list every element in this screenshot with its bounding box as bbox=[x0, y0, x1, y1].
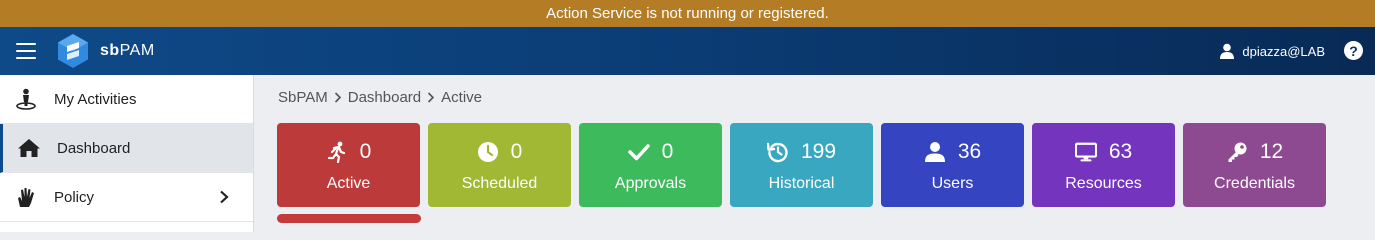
sidebar: My Activities Dashboard Policy bbox=[0, 75, 254, 232]
card-count: 12 bbox=[1259, 140, 1284, 163]
hand-icon bbox=[14, 185, 38, 209]
checkmark-icon bbox=[627, 144, 650, 161]
card-label: Resources bbox=[1065, 175, 1142, 192]
user-icon bbox=[1220, 43, 1235, 59]
monitor-icon bbox=[1074, 142, 1097, 162]
user-menu[interactable]: dpiazza@LAB bbox=[1220, 40, 1325, 62]
chevron-right-icon[interactable] bbox=[219, 190, 229, 204]
hamburger-menu-icon[interactable] bbox=[14, 40, 38, 62]
card-label: Users bbox=[931, 175, 974, 192]
breadcrumb-dashboard[interactable]: Dashboard bbox=[348, 89, 421, 106]
card-scheduled[interactable]: 0 Scheduled bbox=[428, 123, 571, 207]
card-label: Scheduled bbox=[461, 175, 538, 192]
help-icon[interactable]: ? bbox=[1344, 41, 1363, 60]
breadcrumb-sbpam[interactable]: SbPAM bbox=[278, 89, 328, 106]
brand-name: sbPAM bbox=[100, 42, 155, 59]
card-count: 36 bbox=[957, 140, 982, 163]
username: dpiazza@LAB bbox=[1242, 43, 1325, 59]
card-resources[interactable]: 63 Resources bbox=[1032, 123, 1175, 207]
card-count: 0 bbox=[359, 140, 372, 163]
chevron-right-icon bbox=[334, 92, 341, 103]
warning-banner: Action Service is not running or registe… bbox=[0, 0, 1375, 27]
sbpam-logo-icon bbox=[58, 34, 88, 68]
sidebar-item-label: Policy bbox=[54, 188, 95, 206]
sidebar-item-dashboard[interactable]: Dashboard bbox=[0, 124, 253, 173]
breadcrumb: SbPAM Dashboard Active bbox=[278, 89, 482, 106]
card-count: 63 bbox=[1108, 140, 1133, 163]
card-count: 0 bbox=[661, 140, 674, 163]
history-icon bbox=[766, 142, 788, 163]
card-count: 199 bbox=[800, 140, 837, 163]
activity-person-icon bbox=[14, 87, 38, 111]
sidebar-item-label: My Activities bbox=[54, 90, 137, 108]
card-credentials[interactable]: 12 Credentials bbox=[1183, 123, 1326, 207]
top-navbar: sbPAM dpiazza@LAB ? bbox=[0, 27, 1375, 75]
chevron-right-icon bbox=[428, 92, 435, 103]
card-count: 0 bbox=[510, 140, 523, 163]
user-icon bbox=[924, 142, 945, 162]
card-active[interactable]: 0 Active bbox=[277, 123, 420, 207]
card-label: Credentials bbox=[1214, 175, 1295, 192]
active-tab-indicator bbox=[277, 214, 421, 223]
card-label: Approvals bbox=[614, 175, 687, 192]
clock-icon bbox=[477, 142, 498, 162]
card-historical[interactable]: 199 Historical bbox=[730, 123, 873, 207]
key-icon bbox=[1228, 142, 1247, 162]
home-icon bbox=[17, 136, 41, 160]
running-icon bbox=[327, 141, 345, 163]
card-label: Historical bbox=[768, 175, 835, 192]
sidebar-item-policy[interactable]: Policy bbox=[0, 173, 253, 222]
dashboard-cards: 0 Active 0 Scheduled 0 Approvals 199 His… bbox=[277, 123, 1326, 207]
sidebar-item-my-activities[interactable]: My Activities bbox=[0, 75, 253, 124]
card-label: Active bbox=[326, 175, 371, 192]
card-approvals[interactable]: 0 Approvals bbox=[579, 123, 722, 207]
card-users[interactable]: 36 Users bbox=[881, 123, 1024, 207]
sidebar-item-label: Dashboard bbox=[57, 139, 131, 157]
breadcrumb-active: Active bbox=[441, 89, 482, 106]
banner-text: Action Service is not running or registe… bbox=[546, 5, 829, 22]
